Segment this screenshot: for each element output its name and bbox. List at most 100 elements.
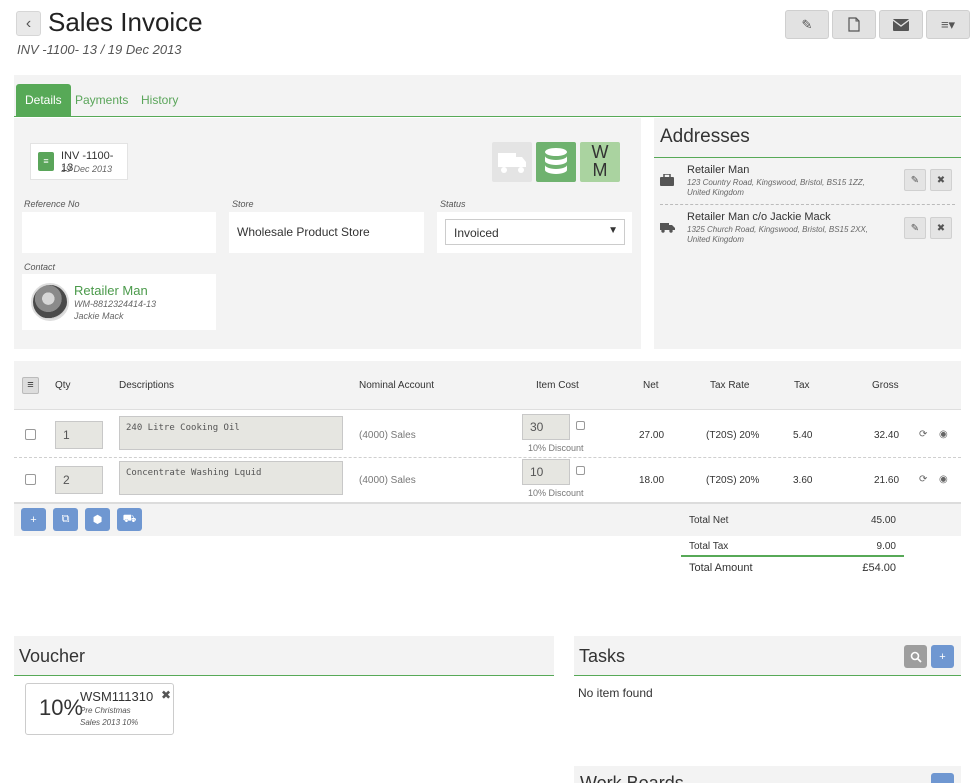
close-icon: ✖ <box>936 174 946 186</box>
add-work-board-button[interactable] <box>931 773 954 783</box>
header-qty: Qty <box>55 380 71 391</box>
chevron-left-icon: ‹ <box>25 14 32 32</box>
invoice-subtitle: INV -1100- 13 / 19 Dec 2013 <box>17 42 182 57</box>
truck-icon <box>498 153 526 173</box>
refresh-icon[interactable]: ⟳ <box>919 474 927 485</box>
total-net-value: 45.00 <box>870 515 896 526</box>
addresses-title: Addresses <box>654 118 961 158</box>
delivery-toggle[interactable] <box>492 142 532 182</box>
header-descriptions: Descriptions <box>119 380 175 391</box>
copy-icon: ⧉ <box>61 513 70 525</box>
caret-down-icon: ▼ <box>608 225 618 236</box>
refresh-icon[interactable]: ⟳ <box>919 429 927 440</box>
edit-button[interactable]: ✎ <box>785 10 829 39</box>
tab-details[interactable]: Details <box>16 84 71 117</box>
total-divider <box>681 555 904 557</box>
eye-icon[interactable]: ◉ <box>939 429 948 440</box>
contact-code: WM-8812324414-13 <box>74 299 157 309</box>
row-2-tax: 3.60 <box>793 475 813 486</box>
edit-address-2-button[interactable]: ✎ <box>904 217 926 239</box>
row-1-tax: 5.40 <box>793 430 813 441</box>
row-1-net: 27.00 <box>639 430 665 441</box>
address-1-line1: 123 Country Road, Kingswood, Bristol, BS… <box>687 178 865 187</box>
copy-line-button[interactable]: ⧉ <box>53 508 78 531</box>
header-net: Net <box>643 380 659 391</box>
work-boards-title: Work Boards <box>580 773 684 783</box>
truck-icon <box>660 223 675 233</box>
work-boards-panel: Work Boards <box>574 766 961 783</box>
remove-address-1-button[interactable]: ✖ <box>930 169 952 191</box>
row-2-gross: 21.60 <box>874 475 900 486</box>
eye-icon[interactable]: ◉ <box>939 474 948 485</box>
wm-source-badge[interactable]: W M <box>580 142 620 182</box>
total-amount-label: Total Amount <box>689 562 753 574</box>
row-2-qty-input[interactable]: 2 <box>55 466 103 494</box>
row-2-cost-input[interactable]: 10 <box>522 459 570 485</box>
total-amount-value: £54.00 <box>862 562 896 574</box>
plus-icon: + <box>939 650 946 663</box>
search-tasks-button[interactable] <box>904 645 927 668</box>
row-1-cost-input[interactable]: 30 <box>522 414 570 440</box>
briefcase-icon <box>660 174 674 186</box>
tab-payments[interactable]: Payments <box>66 84 137 117</box>
avatar <box>31 283 69 321</box>
column-menu-button[interactable]: ≡ <box>22 377 39 394</box>
row-1-checkbox[interactable] <box>25 429 36 440</box>
envelope-icon <box>893 18 909 31</box>
add-line-button[interactable]: + <box>21 508 46 531</box>
add-task-button[interactable]: + <box>931 645 954 668</box>
row-2-tax-rate: (T20S) 20% <box>706 475 760 486</box>
address-2-line2: United Kingdom <box>687 235 744 244</box>
page-title: Sales Invoice <box>48 7 203 37</box>
database-icon <box>545 148 567 174</box>
voucher-percent: 10% <box>39 695 84 720</box>
status-select[interactable]: Invoiced ▼ <box>445 219 625 245</box>
header-tax: Tax <box>794 380 810 391</box>
row-2-nominal[interactable]: (4000) Sales <box>359 475 416 486</box>
product-button[interactable]: ⬢ <box>85 508 110 531</box>
row-1-gross: 32.40 <box>874 430 900 441</box>
row-2-cost-checkbox[interactable] <box>576 466 585 475</box>
pdf-button[interactable] <box>832 10 876 39</box>
edit-address-1-button[interactable]: ✎ <box>904 169 926 191</box>
store-value: Wholesale Product Store <box>237 225 370 239</box>
voucher-title: Voucher <box>14 636 554 676</box>
total-net-label: Total Net <box>689 515 729 526</box>
contact-card[interactable]: Retailer Man WM-8812324414-13 Jackie Mac… <box>22 274 216 330</box>
header-gross: Gross <box>872 380 899 391</box>
more-menu-button[interactable]: ≡▾ <box>926 10 970 39</box>
status-value: Invoiced <box>454 226 499 240</box>
reference-label: Reference No <box>24 199 80 209</box>
row-2-checkbox[interactable] <box>25 474 36 485</box>
voucher-code: WSM111310 <box>80 689 154 704</box>
menu-icon: ≡▾ <box>940 16 956 32</box>
document-icon: ≡ <box>38 152 54 171</box>
store-field[interactable]: Wholesale Product Store <box>229 212 424 253</box>
address-2-name: Retailer Man c/o Jackie Mack <box>687 211 831 223</box>
row-1-description-input[interactable]: 240 Litre Cooking Oil <box>119 416 343 450</box>
plus-icon: + <box>30 513 37 526</box>
row-2-description-input[interactable]: Concentrate Washing Lquid <box>119 461 343 495</box>
voucher-card[interactable]: 10% WSM111310 ✖ Pre Christmas Sales 2013… <box>25 683 174 735</box>
row-1-qty-input[interactable]: 1 <box>55 421 103 449</box>
cube-icon: ⬢ <box>92 514 103 526</box>
contact-label: Contact <box>24 262 56 272</box>
voucher-desc-2: Sales 2013 10% <box>80 718 139 727</box>
store-label: Store <box>232 199 254 209</box>
invoice-date: 19 Dec 2013 <box>61 164 113 174</box>
tasks-title: Tasks <box>574 636 961 676</box>
contact-name[interactable]: Retailer Man <box>74 283 148 298</box>
remove-voucher-icon[interactable]: ✖ <box>161 688 171 702</box>
row-1-nominal[interactable]: (4000) Sales <box>359 430 416 441</box>
email-button[interactable] <box>879 10 923 39</box>
back-button[interactable]: ‹ <box>16 11 41 36</box>
reference-field[interactable] <box>22 212 216 253</box>
remove-address-2-button[interactable]: ✖ <box>930 217 952 239</box>
delivery-line-button[interactable]: ⛟ <box>117 508 142 531</box>
row-2-discount: 10% Discount <box>528 488 584 498</box>
tab-history[interactable]: History <box>132 84 187 117</box>
database-toggle[interactable] <box>536 142 576 182</box>
row-1-cost-checkbox[interactable] <box>576 421 585 430</box>
tab-bar: Details Payments History <box>14 75 961 117</box>
pencil-icon: ✎ <box>910 174 920 186</box>
